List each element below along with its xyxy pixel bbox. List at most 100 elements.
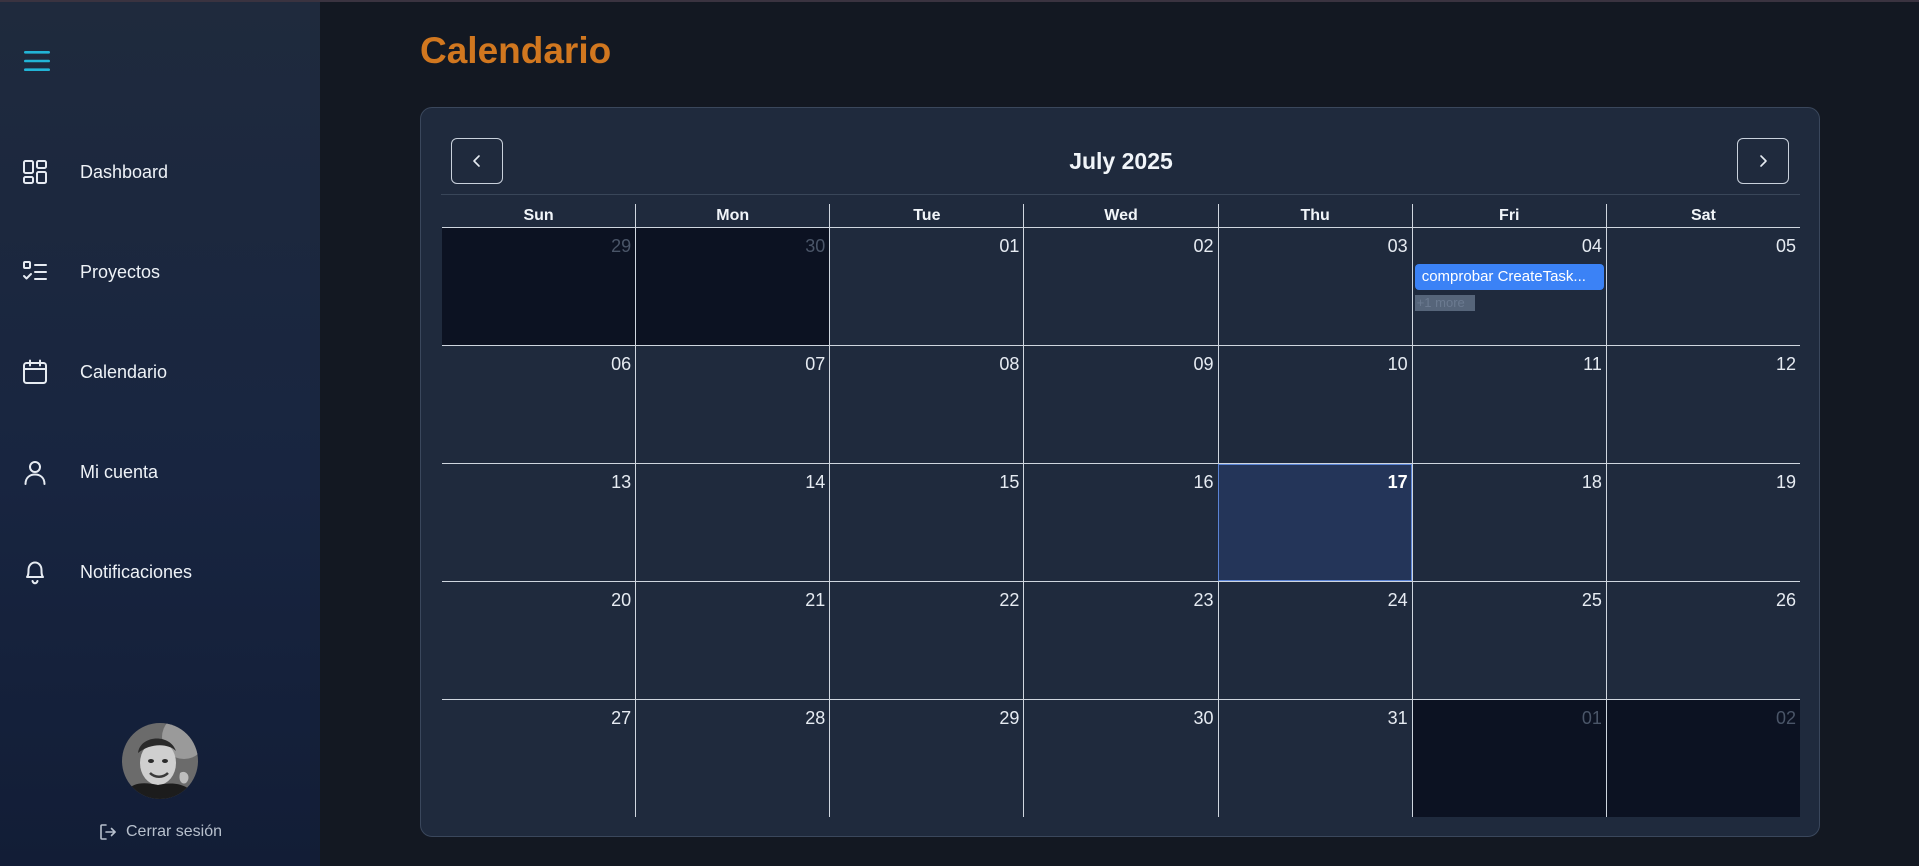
day-number: 24 xyxy=(1387,590,1408,610)
day-number: 06 xyxy=(611,354,632,374)
checklist-icon xyxy=(20,257,50,287)
day-number: 30 xyxy=(1193,708,1214,728)
day-cell[interactable]: 30 xyxy=(1023,700,1218,817)
day-cell[interactable]: 26 xyxy=(1605,582,1800,699)
calendar-icon xyxy=(20,357,50,387)
day-number: 28 xyxy=(805,708,826,728)
dashboard-icon xyxy=(20,157,50,187)
day-number: 26 xyxy=(1775,590,1796,610)
day-cell[interactable]: 22 xyxy=(829,582,1024,699)
day-cell[interactable]: 07 xyxy=(635,346,830,463)
day-number: 27 xyxy=(611,708,632,728)
day-number: 04 xyxy=(1581,236,1602,256)
day-number: 18 xyxy=(1581,472,1602,492)
day-cell[interactable]: 03 xyxy=(1217,228,1412,345)
month-grid: Sun Mon Tue Wed Thu Fri Sat 29 30 01 02 … xyxy=(442,204,1800,817)
chevron-right-icon xyxy=(1760,155,1767,167)
day-cell[interactable]: 23 xyxy=(1023,582,1218,699)
day-cell[interactable]: 13 xyxy=(442,464,636,581)
next-month-button[interactable] xyxy=(1737,138,1789,184)
week-row: 27 28 29 30 31 01 02 xyxy=(442,700,1800,817)
day-number: 02 xyxy=(1193,236,1214,256)
day-number: 23 xyxy=(1193,590,1214,610)
day-cell[interactable]: 04 comprobar CreateTask... +1 more xyxy=(1411,228,1606,345)
header-divider xyxy=(441,194,1800,195)
day-cell[interactable]: 31 xyxy=(1217,700,1412,817)
sidebar-item-proyectos[interactable]: Proyectos xyxy=(0,242,320,302)
logout-label: Cerrar sesión xyxy=(126,823,223,840)
day-number: 29 xyxy=(611,236,632,256)
day-number: 03 xyxy=(1387,236,1408,256)
user-avatar[interactable] xyxy=(122,723,198,799)
weekday-header-row: Sun Mon Tue Wed Thu Fri Sat xyxy=(442,204,1800,228)
day-cell[interactable]: 02 xyxy=(1023,228,1218,345)
day-cell[interactable]: 11 xyxy=(1411,346,1606,463)
logout-button[interactable]: Cerrar sesión xyxy=(98,820,222,844)
week-row: 20 21 22 23 24 25 26 xyxy=(442,582,1800,700)
bell-icon xyxy=(20,557,50,587)
weekday-header: Sun xyxy=(523,207,554,224)
day-cell[interactable]: 24 xyxy=(1217,582,1412,699)
day-cell[interactable]: 21 xyxy=(635,582,830,699)
day-number: 16 xyxy=(1193,472,1214,492)
week-row: 06 07 08 09 10 11 12 xyxy=(442,346,1800,464)
calendar-card: July 2025 Sun Mon Tue Wed Thu Fri Sat 29… xyxy=(420,107,1820,837)
sidebar-item-calendario[interactable]: Calendario xyxy=(0,342,320,402)
weekday-header: Fri xyxy=(1411,204,1606,227)
day-number: 05 xyxy=(1775,236,1796,256)
sidebar-item-label: Proyectos xyxy=(80,261,161,282)
sidebar-item-label: Calendario xyxy=(80,361,168,382)
weekday-header: Wed xyxy=(1023,204,1217,227)
weekday-header: Sat xyxy=(1605,204,1800,227)
day-number: 11 xyxy=(1583,354,1602,374)
day-cell[interactable]: 27 xyxy=(442,700,636,817)
day-cell[interactable]: 20 xyxy=(442,582,636,699)
sidebar-item-label: Notificaciones xyxy=(80,561,193,582)
day-number: 02 xyxy=(1775,708,1796,728)
day-cell[interactable]: 30 xyxy=(635,228,830,345)
day-cell[interactable]: 01 xyxy=(1411,700,1606,817)
page-title: Calendario xyxy=(420,30,612,71)
day-cell[interactable]: 01 xyxy=(829,228,1024,345)
day-number: 29 xyxy=(999,708,1020,728)
day-cell[interactable]: 16 xyxy=(1023,464,1218,581)
day-cell[interactable]: 12 xyxy=(1605,346,1800,463)
day-cell[interactable]: 29 xyxy=(829,700,1024,817)
sidebar: Dashboard Proyectos Calendario Mi cuenta… xyxy=(0,2,320,866)
day-cell[interactable]: 08 xyxy=(829,346,1024,463)
day-cell[interactable]: 10 xyxy=(1217,346,1412,463)
day-cell[interactable]: 09 xyxy=(1023,346,1218,463)
day-cell[interactable]: 05 xyxy=(1605,228,1800,345)
day-cell[interactable]: 15 xyxy=(829,464,1024,581)
day-number: 01 xyxy=(1581,708,1602,728)
day-number: 08 xyxy=(999,354,1020,374)
day-cell[interactable]: 06 xyxy=(442,346,636,463)
week-row: 29 30 01 02 03 04 comprobar CreateTask..… xyxy=(442,228,1800,346)
sidebar-item-mi-cuenta[interactable]: Mi cuenta xyxy=(0,442,320,502)
sidebar-item-dashboard[interactable]: Dashboard xyxy=(0,142,320,202)
day-cell[interactable]: 02 xyxy=(1605,700,1800,817)
week-row: 13 14 15 16 17 18 19 xyxy=(442,464,1800,582)
day-cell[interactable]: 29 xyxy=(442,228,636,345)
day-number: 17 xyxy=(1387,472,1408,492)
day-number: 31 xyxy=(1387,708,1408,728)
day-number: 12 xyxy=(1775,354,1796,374)
day-cell[interactable]: 18 xyxy=(1411,464,1606,581)
day-cell-today[interactable]: 17 xyxy=(1217,464,1412,581)
sidebar-item-notificaciones[interactable]: Notificaciones xyxy=(0,542,320,602)
day-number: 13 xyxy=(611,472,632,492)
logout-icon xyxy=(100,824,116,840)
day-cell[interactable]: 28 xyxy=(635,700,830,817)
day-cell[interactable]: 25 xyxy=(1411,582,1606,699)
menu-toggle-button[interactable] xyxy=(22,48,52,74)
month-title: July 2025 xyxy=(1069,148,1173,174)
day-cell[interactable]: 14 xyxy=(635,464,830,581)
more-events-link[interactable]: +1 more xyxy=(1414,295,1475,311)
day-number: 07 xyxy=(805,354,826,374)
day-number: 22 xyxy=(999,590,1020,610)
weekday-header: Tue xyxy=(829,204,1023,227)
day-number: 14 xyxy=(805,472,826,492)
calendar-event[interactable]: comprobar CreateTask... xyxy=(1414,264,1604,290)
day-number: 21 xyxy=(805,590,826,610)
day-cell[interactable]: 19 xyxy=(1605,464,1800,581)
